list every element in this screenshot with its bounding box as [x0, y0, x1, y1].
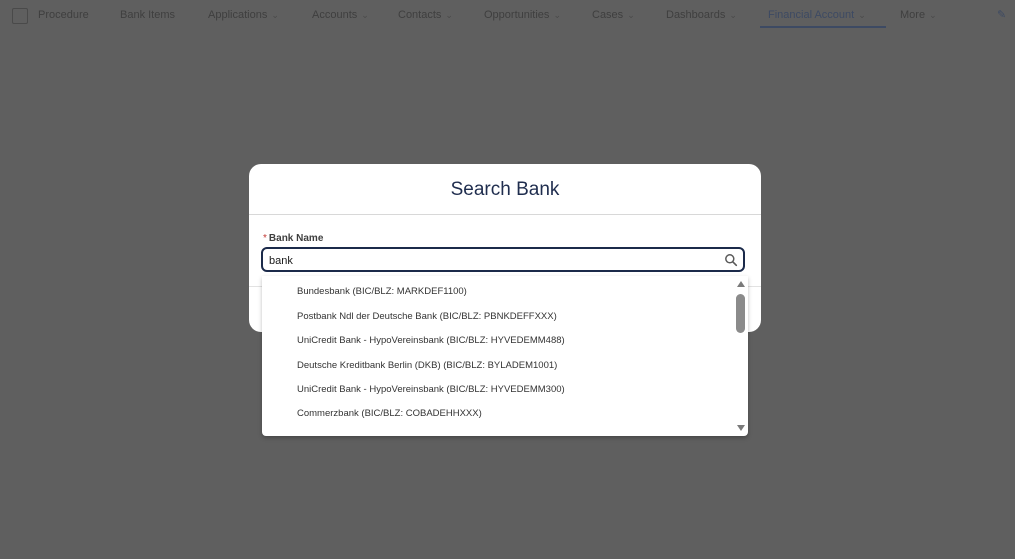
list-item[interactable]: Bundesbank (BIC/BLZ: MARKDEF1100) [297, 286, 467, 297]
app-launcher-icon[interactable] [12, 8, 28, 24]
bank-name-input[interactable] [269, 252, 719, 269]
nav-item-applications[interactable]: Applications ⌄ [208, 9, 279, 21]
search-icon[interactable] [724, 253, 738, 267]
chevron-down-icon[interactable]: ⌄ [929, 10, 937, 21]
list-item[interactable]: Deutsche Kreditbank Berlin (DKB) (BIC/BL… [297, 360, 557, 371]
scroll-thumb[interactable] [736, 294, 745, 333]
bank-name-field[interactable] [261, 247, 745, 272]
nav-item-bank-items[interactable]: Bank Items [120, 9, 175, 21]
modal-title: Search Bank [450, 179, 560, 200]
edit-nav-icon[interactable]: ✎ [997, 8, 1007, 21]
chevron-down-icon[interactable]: ⌄ [271, 10, 279, 21]
scrollbar[interactable] [734, 276, 748, 436]
chevron-down-icon[interactable]: ⌄ [553, 10, 561, 21]
list-item[interactable]: UniCredit Bank - HypoVereinsbank (BIC/BL… [297, 384, 565, 395]
nav-item-financial-account[interactable]: Financial Account ⌄ [768, 9, 866, 21]
modal-header: Search Bank [249, 164, 761, 215]
list-item[interactable]: Postbank Ndl der Deutsche Bank (BIC/BLZ:… [297, 311, 557, 322]
list-item[interactable]: UniCredit Bank - HypoVereinsbank (BIC/BL… [297, 335, 565, 346]
bank-search-results: Bundesbank (BIC/BLZ: MARKDEF1100) Postba… [262, 276, 748, 436]
active-tab-indicator [760, 26, 886, 28]
nav-item-dashboards[interactable]: Dashboards ⌄ [666, 9, 737, 21]
chevron-down-icon[interactable]: ⌄ [858, 10, 866, 21]
nav-item-procedure[interactable]: Procedure [38, 9, 89, 21]
nav-item-opportunities[interactable]: Opportunities ⌄ [484, 9, 561, 21]
nav-item-contacts[interactable]: Contacts ⌄ [398, 9, 453, 21]
chevron-down-icon[interactable]: ⌄ [729, 10, 737, 21]
scroll-down-arrow-icon[interactable] [737, 425, 745, 431]
nav-item-accounts[interactable]: Accounts ⌄ [312, 9, 369, 21]
chevron-down-icon[interactable]: ⌄ [445, 10, 453, 21]
bank-name-label: * Bank Name [263, 233, 324, 244]
chevron-down-icon[interactable]: ⌄ [361, 10, 369, 21]
top-navigation: Procedure Bank Items Applications ⌄ Accou… [0, 0, 1015, 32]
required-indicator: * [263, 233, 267, 244]
chevron-down-icon[interactable]: ⌄ [627, 10, 635, 21]
nav-item-cases[interactable]: Cases ⌄ [592, 9, 635, 21]
list-item[interactable]: Commerzbank (BIC/BLZ: COBADEHHXXX) [297, 408, 482, 419]
nav-item-more[interactable]: More ⌄ [900, 9, 937, 21]
scroll-up-arrow-icon[interactable] [737, 281, 745, 287]
